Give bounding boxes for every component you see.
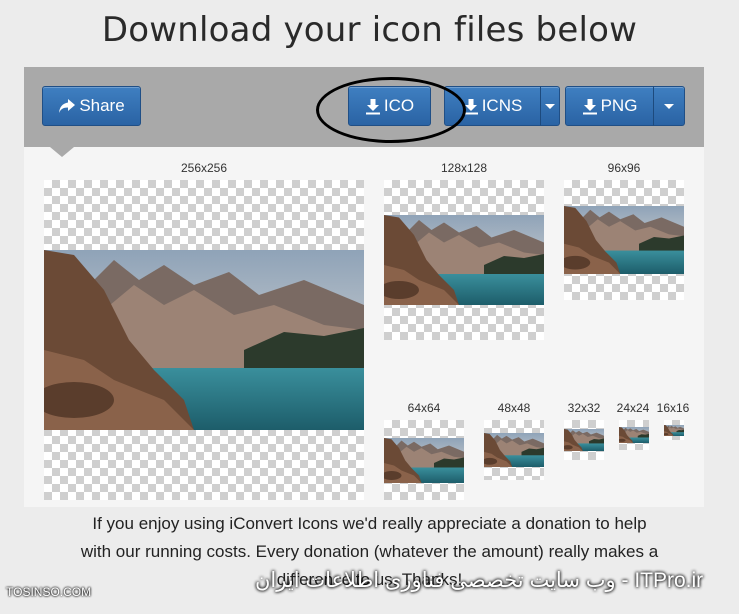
- preview-64[interactable]: [384, 420, 464, 500]
- caret-down-icon: [545, 103, 555, 109]
- watermark-left: TOSINSO.COM: [6, 585, 92, 599]
- share-icon: [58, 98, 76, 114]
- share-button-label: Share: [79, 96, 125, 115]
- size-label-64: 64x64: [407, 401, 441, 415]
- donation-line: with our running costs. Every donation (…: [80, 542, 659, 561]
- download-icon: [582, 98, 598, 115]
- download-png-button[interactable]: PNG: [565, 86, 654, 126]
- preview-image: [619, 427, 649, 443]
- preview-96[interactable]: [564, 180, 684, 300]
- preview-256[interactable]: [44, 180, 364, 500]
- preview-image: [44, 250, 364, 430]
- toolbar-pointer: [50, 147, 74, 157]
- download-icns-label: ICNS: [481, 96, 523, 115]
- preview-image: [384, 215, 544, 305]
- share-button[interactable]: Share: [42, 86, 141, 126]
- caret-down-icon: [664, 103, 674, 109]
- size-label-256: 256x256: [180, 161, 228, 175]
- download-toolbar: Share ICO ICNS PNG: [24, 67, 704, 147]
- preview-128[interactable]: [384, 180, 544, 340]
- size-label-96: 96x96: [607, 161, 641, 175]
- preview-image: [564, 429, 604, 451]
- preview-32[interactable]: [564, 420, 604, 460]
- download-panel: Share ICO ICNS PNG 256x256 128x128 96x96…: [24, 67, 704, 507]
- size-label-128: 128x128: [440, 161, 488, 175]
- watermark-right: وب سایت تخصصی فناوری اطلاعات ایران - ITP…: [255, 569, 704, 592]
- size-label-16: 16x16: [656, 401, 690, 415]
- size-label-32: 32x32: [567, 401, 601, 415]
- preview-image: [664, 425, 684, 436]
- preview-image: [384, 438, 464, 483]
- page-title: Download your icon files below: [101, 10, 638, 50]
- donation-line: If you enjoy using iConvert Icons we'd r…: [92, 514, 647, 533]
- png-dropdown-toggle[interactable]: [653, 86, 685, 126]
- preview-image: [564, 206, 684, 274]
- preview-16[interactable]: [664, 420, 684, 440]
- icns-dropdown-toggle[interactable]: [540, 86, 560, 126]
- size-label-48: 48x48: [497, 401, 531, 415]
- preview-24[interactable]: [619, 420, 649, 450]
- size-label-24: 24x24: [616, 401, 650, 415]
- highlight-circle-annotation: [316, 77, 466, 143]
- preview-image: [484, 433, 544, 467]
- download-png-label: PNG: [600, 96, 638, 115]
- preview-48[interactable]: [484, 420, 544, 480]
